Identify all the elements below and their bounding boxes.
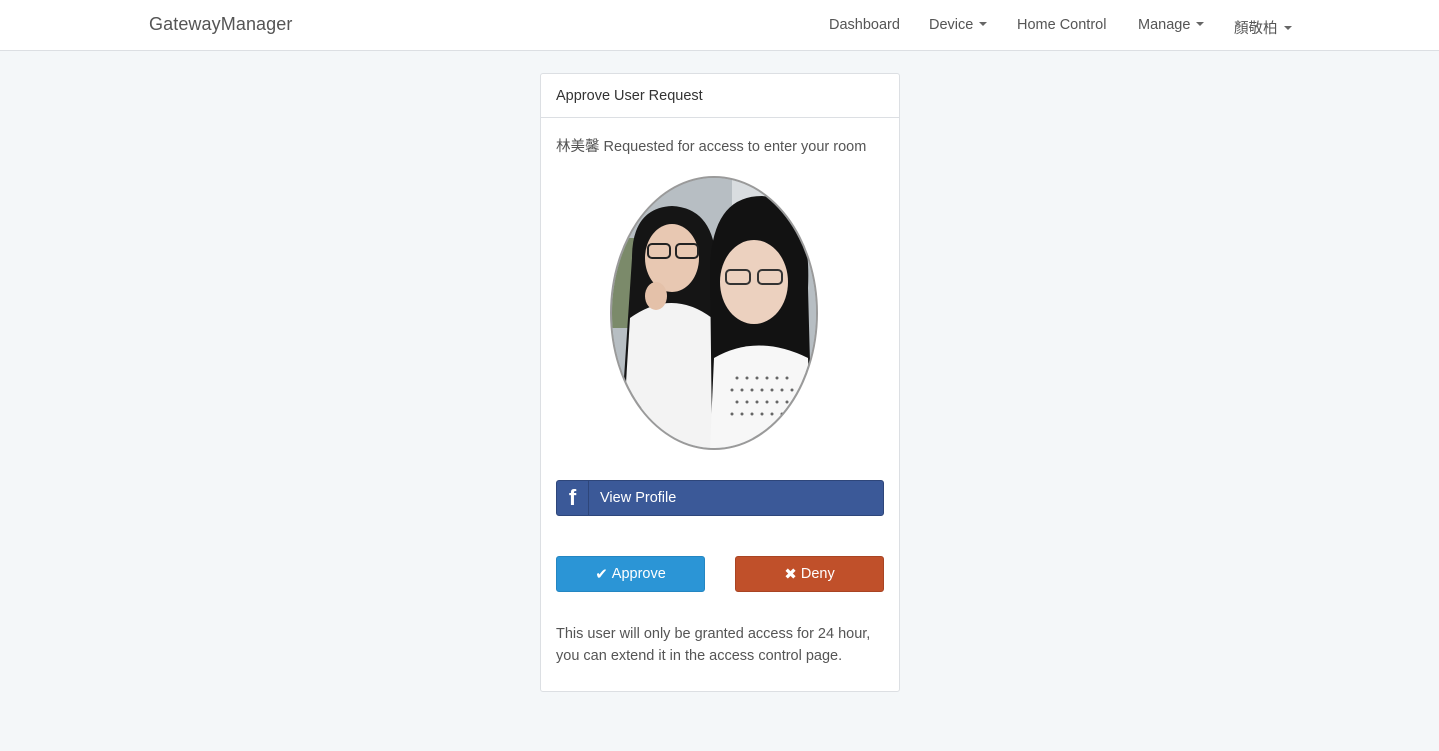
- caret-down-icon: [1196, 22, 1205, 27]
- nav-dashboard[interactable]: Dashboard: [829, 17, 900, 33]
- nav-user-label: 顏敬柏: [1234, 21, 1278, 37]
- requester-photo-image: [612, 178, 816, 448]
- nav-device-label: Device: [929, 17, 974, 33]
- panel-body: 林美馨 Requested for access to enter your r…: [541, 118, 899, 692]
- approve-request-panel: Approve User Request 林美馨 Requested for a…: [540, 73, 900, 692]
- nav-user-dropdown[interactable]: 顏敬柏: [1234, 17, 1292, 38]
- brand-logo[interactable]: GatewayManager: [149, 14, 292, 35]
- approve-label: Approve: [611, 566, 666, 582]
- nav-home-control-label: Home Control: [1017, 17, 1107, 33]
- approve-button[interactable]: ✔ Approve: [556, 556, 705, 592]
- nav-dashboard-label: Dashboard: [829, 17, 900, 33]
- deny-button[interactable]: ✖ Deny: [735, 556, 884, 592]
- view-profile-button[interactable]: f View Profile: [556, 480, 884, 516]
- view-profile-label: View Profile: [600, 490, 677, 506]
- facebook-icon: f: [557, 481, 589, 515]
- checkmark-icon: ✔: [595, 566, 608, 583]
- note-line-2: you can extend it in the access control …: [556, 648, 843, 664]
- access-duration-note: This user will only be granted access fo…: [556, 623, 886, 667]
- caret-down-icon: [1283, 26, 1292, 31]
- panel-title: Approve User Request: [541, 74, 899, 118]
- nav-home-control[interactable]: Home Control: [1017, 17, 1106, 33]
- nav-manage-label: Manage: [1138, 17, 1191, 33]
- top-navbar: GatewayManager Dashboard Device Home Con…: [0, 0, 1439, 51]
- close-icon: ✖: [784, 566, 797, 583]
- nav-manage-dropdown[interactable]: Manage: [1138, 17, 1205, 33]
- nav-device-dropdown[interactable]: Device: [929, 17, 988, 33]
- request-message: 林美馨 Requested for access to enter your r…: [556, 139, 867, 155]
- requester-photo: [610, 176, 818, 450]
- note-line-1: This user will only be granted access fo…: [556, 626, 871, 642]
- deny-label: Deny: [800, 566, 835, 582]
- caret-down-icon: [979, 22, 988, 27]
